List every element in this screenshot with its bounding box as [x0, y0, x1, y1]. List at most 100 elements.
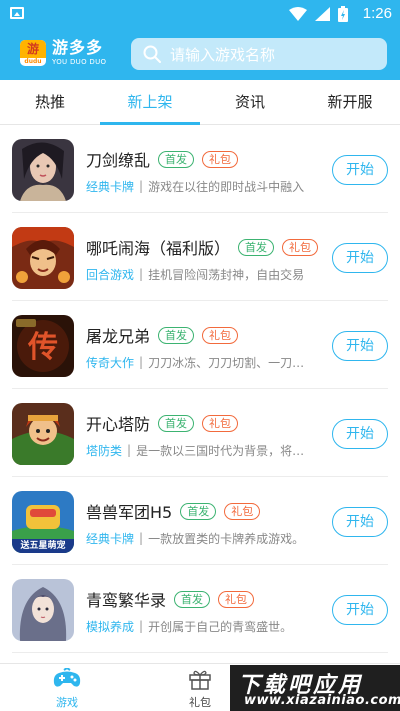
game-category: 回合游戏 [86, 267, 135, 282]
clock-time: 1:26 [362, 5, 392, 22]
game-title-line: 屠龙兄弟 首发 礼包 [86, 325, 239, 346]
brand-name: 游多多 [52, 38, 104, 57]
separator: | [139, 179, 144, 193]
first-release-badge: 首发 [158, 150, 195, 168]
list-item[interactable]: 青鸾繁华录 首发 礼包 模拟养成 | 开创属于自己的青鸾盛世。 开始 [0, 565, 400, 653]
gamepad-icon [53, 666, 81, 687]
nav-item-games[interactable]: 游戏 [37, 666, 97, 710]
game-category: 塔防类 [86, 443, 123, 458]
start-button[interactable]: 开始 [332, 243, 388, 273]
game-description: 是一款以三国时代为背景，将策略 [136, 443, 312, 458]
list-item[interactable]: 哪吒闹海（福利版） 首发 礼包 回合游戏 | 挂机冒险闯荡封神，自由交易 开始 [0, 213, 400, 301]
game-description: 挂机冒险闯荡封神，自由交易 [148, 267, 305, 282]
game-title: 兽兽军团H5 [86, 503, 173, 522]
brand: 游多多 YOU DUO DUO [52, 38, 106, 67]
watermark-url: www.xiazainiao.com [244, 693, 400, 708]
gift-badge: 礼包 [202, 326, 239, 344]
game-subline: 塔防类 | 是一款以三国时代为背景，将策略 [86, 442, 312, 458]
wifi-icon [289, 7, 307, 21]
image-notification-icon [10, 7, 24, 19]
gift-badge: 礼包 [282, 238, 319, 256]
game-icon: 传 [12, 315, 74, 377]
game-icon [12, 403, 74, 465]
start-button[interactable]: 开始 [332, 507, 388, 537]
tab-hot[interactable]: 热推 [0, 80, 100, 124]
game-category: 传奇大作 [86, 355, 135, 370]
game-subline: 回合游戏 | 挂机冒险闯荡封神，自由交易 [86, 266, 312, 282]
game-title: 青鸾繁华录 [86, 591, 167, 610]
icon-promo-text: 送五星萌宠 [20, 541, 66, 551]
game-title: 刀剑缭乱 [86, 151, 151, 170]
start-button[interactable]: 开始 [332, 331, 388, 361]
nav-label: 礼包 [189, 696, 211, 709]
list-item[interactable]: 送五星萌宠 兽兽军团H5 首发 礼包 经典卡牌 | 一款放置类的卡牌养成游戏。 … [0, 477, 400, 565]
game-subline: 传奇大作 | 刀刀冰冻、刀刀切割、一刀秒杀 [86, 354, 312, 370]
nav-label: 游戏 [56, 696, 78, 709]
game-title: 屠龙兄弟 [86, 327, 151, 346]
status-icons [289, 6, 348, 22]
game-subline: 经典卡牌 | 游戏在以往的即时战斗中融入 [86, 178, 312, 194]
tab-news[interactable]: 资讯 [200, 80, 300, 124]
app-logo: 游 dudu [20, 40, 46, 66]
list-item[interactable]: 开心塔防 首发 礼包 塔防类 | 是一款以三国时代为背景，将策略 开始 [0, 389, 400, 477]
game-title: 哪吒闹海（福利版） [86, 239, 231, 258]
gift-badge: 礼包 [202, 414, 239, 432]
search-icon [143, 45, 161, 63]
list-item[interactable]: 刀剑缭乱 首发 礼包 经典卡牌 | 游戏在以往的即时战斗中融入 开始 [0, 125, 400, 213]
svg-text:传: 传 [27, 330, 58, 365]
gift-badge: 礼包 [224, 502, 261, 520]
game-icon [12, 227, 74, 289]
game-icon [12, 139, 74, 201]
first-release-badge: 首发 [158, 414, 195, 432]
game-category: 经典卡牌 [86, 531, 135, 546]
game-title: 开心塔防 [86, 415, 151, 434]
divider [12, 652, 388, 653]
nav-item-gifts[interactable]: 礼包 [170, 668, 230, 710]
status-bar: 1:26 [0, 0, 400, 28]
gift-badge: 礼包 [202, 150, 239, 168]
game-description: 游戏在以往的即时战斗中融入 [148, 179, 305, 194]
separator: | [139, 267, 144, 281]
first-release-badge: 首发 [180, 502, 217, 520]
game-title-line: 兽兽军团H5 首发 礼包 [86, 501, 261, 522]
game-description: 刀刀冰冻、刀刀切割、一刀秒杀 [148, 355, 312, 370]
first-release-badge: 首发 [174, 590, 211, 608]
game-title-line: 开心塔防 首发 礼包 [86, 413, 239, 434]
game-subline: 模拟养成 | 开创属于自己的青鸾盛世。 [86, 618, 312, 634]
game-title-line: 刀剑缭乱 首发 礼包 [86, 149, 239, 170]
list-item[interactable]: 传 屠龙兄弟 首发 礼包 传奇大作 | 刀刀冰冻、刀刀切割、一刀秒杀 开始 [0, 301, 400, 389]
game-description: 开创属于自己的青鸾盛世。 [148, 619, 293, 634]
game-icon: 送五星萌宠 [12, 491, 74, 553]
game-category: 模拟养成 [86, 619, 135, 634]
category-tabs: 热推 新上架 资讯 新开服 [0, 80, 400, 125]
game-subline: 经典卡牌 | 一款放置类的卡牌养成游戏。 [86, 530, 312, 546]
tab-new[interactable]: 新上架 [100, 80, 200, 125]
separator: | [139, 531, 144, 545]
brand-subtitle: YOU DUO DUO [52, 58, 107, 66]
game-icon [12, 579, 74, 641]
separator: | [139, 619, 144, 633]
app-header: 游 dudu 游多多 YOU DUO DUO 请输入游戏名称 [0, 28, 400, 80]
tab-new-servers[interactable]: 新开服 [300, 80, 400, 124]
watermark-logo: 下载吧应用 www.xiazainiao.com [230, 665, 400, 711]
game-list: 刀剑缭乱 首发 礼包 经典卡牌 | 游戏在以往的即时战斗中融入 开始 哪吒闹海（… [0, 125, 400, 663]
separator: | [139, 355, 144, 369]
first-release-badge: 首发 [158, 326, 195, 344]
gift-icon [189, 670, 211, 690]
logo-char: 游 [20, 40, 46, 58]
game-category: 经典卡牌 [86, 179, 135, 194]
start-button[interactable]: 开始 [332, 595, 388, 625]
first-release-badge: 首发 [238, 238, 275, 256]
signal-icon [315, 7, 330, 21]
search-placeholder: 请输入游戏名称 [170, 45, 276, 64]
game-title-line: 青鸾繁华录 首发 礼包 [86, 589, 255, 610]
game-description: 一款放置类的卡牌养成游戏。 [148, 531, 305, 546]
separator: | [127, 443, 132, 457]
search-input[interactable]: 请输入游戏名称 [131, 38, 387, 70]
logo-small-text: dudu [24, 58, 42, 65]
start-button[interactable]: 开始 [332, 419, 388, 449]
game-title-line: 哪吒闹海（福利版） 首发 礼包 [86, 237, 319, 258]
battery-icon [338, 6, 348, 22]
gift-badge: 礼包 [218, 590, 255, 608]
start-button[interactable]: 开始 [332, 155, 388, 185]
